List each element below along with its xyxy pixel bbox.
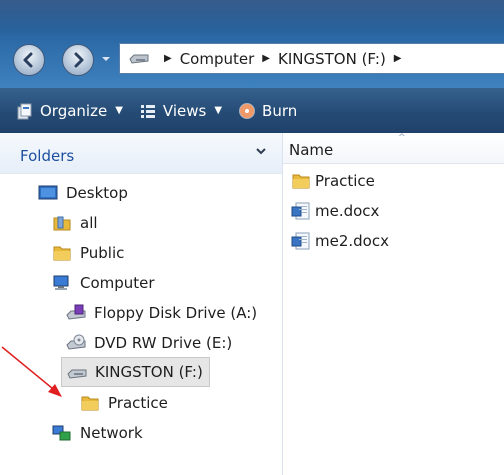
tree-item-label: Desktop xyxy=(66,184,128,202)
organize-label: Organize xyxy=(40,101,108,120)
chevron-down-icon: ▼ xyxy=(214,105,223,116)
breadcrumb-kingston[interactable]: KINGSTON (F:) xyxy=(278,50,386,68)
window-titlebar: ▶ Computer ▶ KINGSTON (F:) ▶ xyxy=(0,0,504,88)
folder-icon xyxy=(81,396,99,411)
breadcrumb-separator-icon[interactable]: ▶ xyxy=(394,53,402,64)
organize-icon xyxy=(17,103,32,119)
tree-item-floppy[interactable]: Floppy Disk Drive (A:) xyxy=(66,300,257,326)
tree-item-kingston[interactable]: KINGSTON (F:) xyxy=(61,357,210,387)
column-header-label: Name xyxy=(289,141,334,159)
sort-ascending-icon: ^ xyxy=(398,133,406,143)
burn-button[interactable]: Burn xyxy=(238,102,297,120)
organize-button[interactable]: Organize ▼ xyxy=(16,102,123,120)
tree-item-label: Computer xyxy=(80,274,155,292)
file-item-me2-docx[interactable]: me2.docx xyxy=(291,229,389,253)
word-document-icon xyxy=(291,202,310,220)
tree-item-label: Public xyxy=(80,244,125,262)
views-icon xyxy=(140,104,155,118)
file-list-pane: ^ Name Practice me.docx me2.docx xyxy=(283,133,504,475)
back-arrow-icon xyxy=(23,52,33,68)
breadcrumb-separator-icon[interactable]: ▶ xyxy=(262,53,270,64)
tree-item-practice[interactable]: Practice xyxy=(80,390,168,416)
usb-drive-icon xyxy=(67,369,87,379)
folders-pane: Folders Desktop all Public Computer Flop… xyxy=(0,133,283,475)
recent-pages-dropdown-icon[interactable] xyxy=(101,53,111,65)
tree-item-dvd[interactable]: DVD RW Drive (E:) xyxy=(66,330,232,356)
file-item-label: me.docx xyxy=(315,202,380,220)
drive-icon xyxy=(129,54,149,64)
chevron-down-icon: ▼ xyxy=(115,105,123,116)
address-bar[interactable]: ▶ Computer ▶ KINGSTON (F:) ▶ xyxy=(119,43,504,74)
tree-item-public[interactable]: Public xyxy=(52,240,124,266)
folders-header-label: Folders xyxy=(20,147,75,165)
breadcrumb-computer[interactable]: Computer xyxy=(180,50,255,68)
file-item-label: me2.docx xyxy=(315,232,389,250)
breadcrumb-separator-icon[interactable]: ▶ xyxy=(164,53,172,64)
dvd-drive-icon xyxy=(66,334,86,350)
word-document-icon xyxy=(291,232,310,250)
forward-arrow-icon xyxy=(74,52,84,68)
tree-item-network[interactable]: Network xyxy=(52,420,143,446)
folders-header[interactable]: Folders xyxy=(0,133,282,174)
tree-item-label: Network xyxy=(80,424,143,442)
file-item-me-docx[interactable]: me.docx xyxy=(291,199,379,223)
titlebar-sheen xyxy=(0,0,504,30)
forward-button[interactable] xyxy=(62,44,94,76)
back-button[interactable] xyxy=(13,44,45,76)
file-item-practice[interactable]: Practice xyxy=(291,169,375,193)
chevron-down-icon[interactable] xyxy=(255,147,267,157)
tree-item-all[interactable]: all xyxy=(52,210,98,236)
network-icon xyxy=(52,425,71,441)
command-toolbar: Organize ▼ Views ▼ Burn xyxy=(0,88,504,133)
file-item-label: Practice xyxy=(315,172,375,190)
tree-item-label: DVD RW Drive (E:) xyxy=(94,334,233,352)
tree-item-desktop[interactable]: Desktop xyxy=(38,180,128,206)
burn-disc-icon xyxy=(239,102,256,119)
tree-item-label: Floppy Disk Drive (A:) xyxy=(94,304,258,322)
desktop-icon xyxy=(38,185,58,200)
burn-label: Burn xyxy=(262,101,298,120)
floppy-drive-icon xyxy=(66,304,86,320)
computer-icon xyxy=(53,275,69,290)
tree-item-label: all xyxy=(80,214,98,232)
user-folder-icon xyxy=(53,216,71,231)
folder-icon xyxy=(53,246,71,261)
column-header-name[interactable]: ^ Name xyxy=(283,133,504,164)
tree-item-computer[interactable]: Computer xyxy=(52,270,155,296)
tree-item-label: KINGSTON (F:) xyxy=(95,363,203,381)
tree-item-label: Practice xyxy=(108,394,168,412)
folder-icon xyxy=(292,174,310,189)
views-label: Views xyxy=(162,101,207,120)
views-button[interactable]: Views ▼ xyxy=(139,102,222,120)
